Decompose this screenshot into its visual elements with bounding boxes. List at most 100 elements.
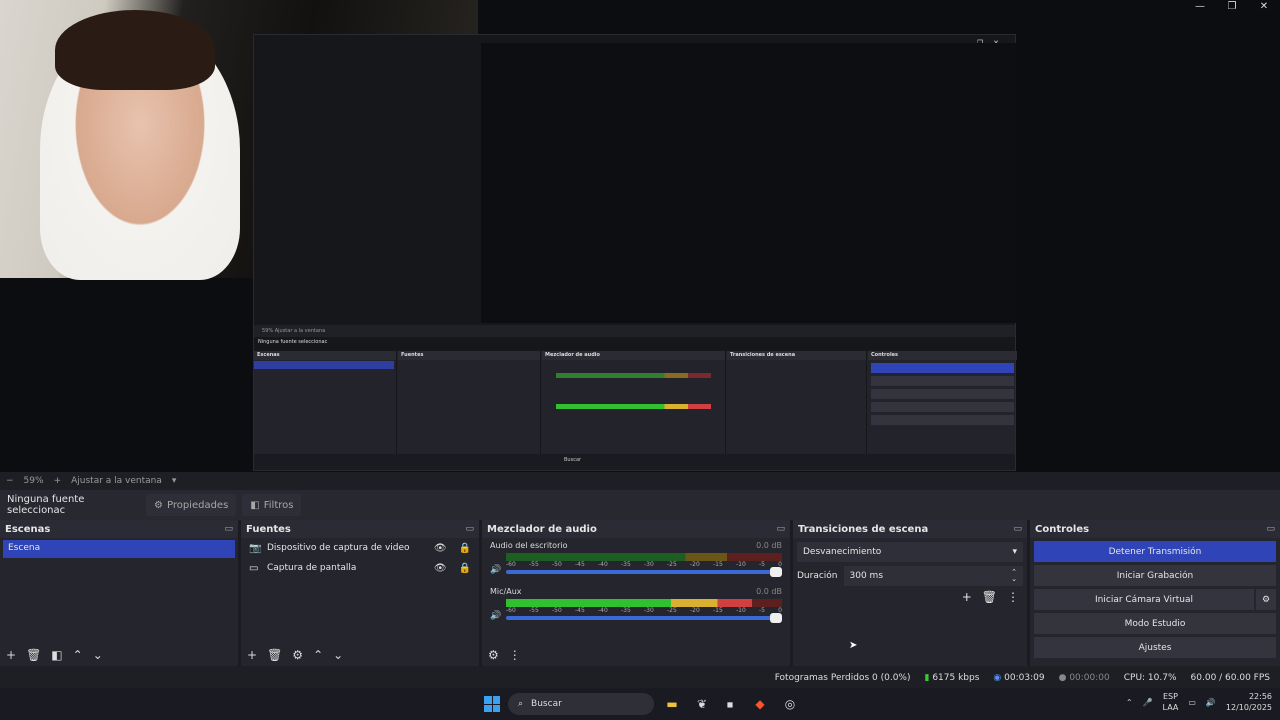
properties-button[interactable]: ⚙ Propiedades [146, 494, 237, 516]
nested-no-selection: Ninguna fuente seleccionac [258, 339, 328, 345]
nested-scene-selected [254, 361, 394, 369]
microphone-icon[interactable]: 🎤 [1143, 698, 1153, 707]
dock-menu-icon[interactable]: ▭ [1266, 524, 1275, 534]
trash-icon[interactable]: 🗑 [267, 648, 282, 662]
source-item-screen[interactable]: ▭ Captura de pantalla 👁 🔒 [241, 558, 479, 578]
meter-level [506, 599, 752, 607]
studio-mode-button[interactable]: Modo Estudio [1034, 613, 1276, 634]
virtualcam-settings-icon[interactable]: ⚙ [1256, 589, 1276, 610]
eye-icon[interactable]: 👁 [434, 543, 447, 554]
zoom-fit-label[interactable]: Ajustar a la ventana [71, 476, 162, 486]
minimize-button[interactable]: — [1184, 0, 1216, 14]
add-icon[interactable]: + [6, 648, 16, 662]
scale-tick: -30 [644, 561, 654, 568]
lock-icon[interactable]: 🔒 [459, 563, 471, 574]
nested-meter-desktop [556, 373, 711, 378]
gear-icon[interactable]: ⚙ [292, 648, 303, 662]
nested-preview [481, 43, 1016, 323]
maximize-button[interactable]: ❐ [1216, 0, 1248, 14]
obs-icon[interactable]: ◎ [780, 694, 800, 714]
language-indicator[interactable]: ESP LAA [1163, 691, 1179, 713]
volume-icon[interactable]: 🔊 [1206, 698, 1216, 707]
stop-stream-button[interactable]: Detener Transmisión [1034, 541, 1276, 562]
channel-db: 0.0 dB [756, 541, 782, 550]
dock-menu-icon[interactable]: ▭ [776, 524, 785, 534]
lang-bottom: LAA [1162, 703, 1179, 712]
settings-button[interactable]: Ajustes [1034, 637, 1276, 658]
scenes-header: Escenas ▭ [0, 520, 238, 538]
source-item-camera[interactable]: 📷 Dispositivo de captura de video 👁 🔒 [241, 538, 479, 558]
network-icon[interactable]: ▭ [1188, 698, 1196, 707]
volume-slider[interactable] [506, 613, 782, 623]
file-explorer-icon[interactable]: ▬ [662, 694, 682, 714]
lang-top: ESP [1162, 692, 1178, 701]
filter-icon[interactable]: ◧ [51, 648, 62, 662]
trash-icon[interactable]: 🗑 [982, 590, 997, 604]
sources-footer: + 🗑 ⚙ ⌃ ⌄ [241, 644, 479, 666]
brave-browser-icon[interactable]: ◆ [750, 694, 770, 714]
start-virtualcam-button[interactable]: Iniciar Cámara Virtual [1034, 589, 1254, 610]
nested-transitions: Transiciones de escena [727, 351, 867, 457]
zoom-in-button[interactable]: + [54, 476, 62, 486]
clock-date: 12/10/2025 [1225, 703, 1272, 712]
nested-search-label: Buscar [564, 457, 582, 463]
mixer-channel-desktop: Audio del escritorio 0.0 dB -60 -55 -50 -45 -… [482, 538, 790, 577]
nested-studio-button [871, 402, 1014, 412]
close-button[interactable]: ✕ [1248, 0, 1280, 14]
more-icon[interactable]: ⋮ [1007, 590, 1019, 604]
move-up-icon[interactable]: ⌃ [313, 648, 323, 662]
slider-knob[interactable] [770, 613, 782, 623]
add-icon[interactable]: + [247, 648, 257, 662]
scene-item[interactable]: Escena [3, 540, 235, 558]
move-down-icon[interactable]: ⌄ [333, 648, 343, 662]
slider-knob[interactable] [770, 567, 782, 577]
adobe-app-icon[interactable]: ◼ [720, 694, 740, 714]
duration-input[interactable]: 300 ms ⌃ ⌄ [843, 566, 1023, 586]
move-down-icon[interactable]: ⌄ [93, 648, 103, 662]
no-source-label: Ninguna fuente seleccionac [7, 494, 85, 516]
chevron-up-icon[interactable]: ⌃ [1126, 698, 1133, 707]
dock-menu-icon[interactable]: ▭ [224, 524, 233, 534]
filters-button[interactable]: ◧ Filtros [242, 494, 302, 516]
trash-icon[interactable]: 🗑 [26, 648, 41, 662]
lock-icon[interactable]: 🔒 [459, 543, 471, 554]
filters-icon: ◧ [250, 499, 260, 511]
controls-header: Controles ▭ [1030, 520, 1280, 538]
zoom-out-button[interactable]: − [6, 476, 14, 486]
add-icon[interactable]: + [962, 590, 972, 604]
windows-start-icon[interactable] [484, 696, 500, 712]
stream-icon: ◉ [993, 673, 1002, 683]
mixer-dock: Mezclador de audio ▭ Audio del escritori… [482, 520, 790, 666]
clock[interactable]: 22:56 12/10/2025 [1226, 691, 1272, 713]
source-label: Captura de pantalla [267, 563, 357, 573]
hair-shape [55, 10, 215, 90]
preview-canvas[interactable]: —❐✕ 59% Ajustar a la ventana Ninguna fue… [0, 0, 1280, 472]
more-icon[interactable]: ⋮ [509, 648, 521, 662]
zoom-dropdown-icon[interactable]: ▾ [172, 476, 177, 486]
move-up-icon[interactable]: ⌃ [73, 648, 83, 662]
app-icon[interactable]: ❦ [692, 694, 712, 714]
dock-menu-icon[interactable]: ▭ [465, 524, 474, 534]
scale-tick: -10 [736, 607, 746, 614]
monitor-icon: ▭ [249, 562, 259, 574]
advanced-audio-icon[interactable]: ⚙ [488, 648, 499, 662]
speaker-icon[interactable]: 🔊 [490, 565, 501, 575]
camera-icon: 📷 [249, 542, 262, 554]
stepper-icon[interactable]: ⌃ ⌄ [1011, 569, 1017, 583]
speaker-icon[interactable]: 🔊 [490, 611, 501, 621]
zoom-percent: 59% [23, 476, 44, 486]
transition-select[interactable]: Desvanecimiento ▾ [797, 542, 1023, 562]
dock-menu-icon[interactable]: ▭ [1013, 524, 1022, 534]
eye-icon[interactable]: 👁 [434, 563, 447, 574]
mixer-footer: ⚙ ⋮ [482, 644, 790, 666]
sources-header: Fuentes ▭ [241, 520, 479, 538]
volume-slider[interactable] [506, 567, 782, 577]
nested-stop-button [871, 363, 1014, 373]
channel-db: 0.0 dB [756, 587, 782, 596]
taskbar-search[interactable]: ⌕ Buscar [508, 693, 654, 715]
rec-time-value: 00:00:00 [1069, 673, 1110, 683]
virtualcam-row: Iniciar Cámara Virtual ⚙ [1030, 586, 1280, 610]
nested-sources-title: Fuentes [398, 351, 540, 360]
nested-scenes-title: Escenas [254, 351, 396, 360]
start-recording-button[interactable]: Iniciar Grabación [1034, 565, 1276, 586]
